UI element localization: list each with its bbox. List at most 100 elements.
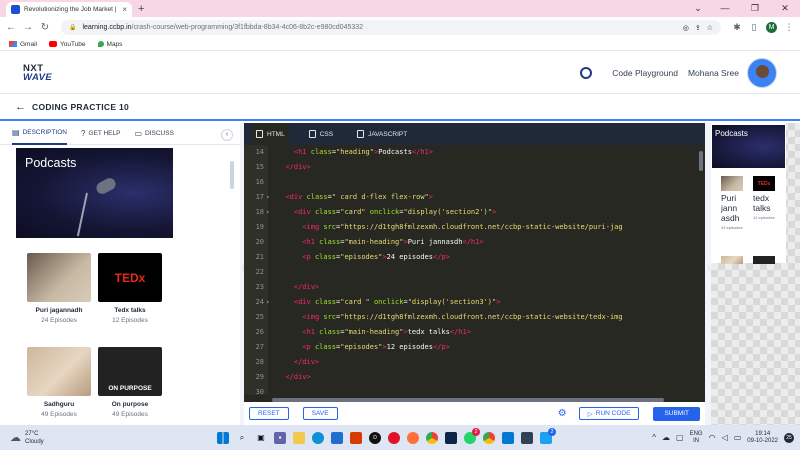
google-lens-icon[interactable]: ◎ (683, 24, 689, 32)
code-line[interactable]: 21 <p class="episodes">24 episodes</p> (244, 250, 705, 265)
bookmark-youtube[interactable]: YouTube (48, 41, 86, 48)
close-window-icon[interactable]: ✕ (770, 0, 800, 17)
submit-button[interactable]: SUBMIT (653, 406, 700, 421)
vscode-icon[interactable] (502, 431, 514, 444)
code-area[interactable]: 14 <h1 class="heading">Podcasts</h1> 15 <… (244, 145, 705, 395)
nxtwave-logo[interactable]: NXT WAVE (23, 63, 52, 82)
whatsapp-icon[interactable]: 2 (464, 427, 480, 444)
tab-get-help[interactable]: ? GET HELP (81, 123, 120, 145)
back-icon[interactable]: ← (6, 22, 16, 33)
code-line[interactable]: 27 <p class="episodes">12 episodes</p> (244, 340, 705, 355)
notification-badge[interactable]: 25 (784, 432, 794, 443)
opera-icon[interactable] (388, 431, 400, 444)
tab-close-icon[interactable]: × (122, 5, 127, 14)
file-explorer-icon[interactable] (293, 431, 305, 444)
code-line[interactable]: 26 <h1 class="main-heading">tedx talks</… (244, 325, 705, 340)
battery-icon[interactable]: ▭ (734, 433, 742, 442)
code-line[interactable]: 25 <img src="https://d1tgh8fmlzexmh.clou… (244, 310, 705, 325)
bookmark-star-icon[interactable]: ☆ (707, 24, 713, 32)
tab-html[interactable]: HTML (252, 123, 289, 145)
editor-vertical-scrollbar[interactable] (699, 151, 703, 171)
code-line[interactable]: 16 (244, 175, 705, 190)
teams-chat-icon[interactable]: ▪ (274, 431, 286, 444)
user-name[interactable]: Mohana Sree (688, 68, 739, 78)
code-line[interactable]: 18 ▾ <div class="card" onclick="display('… (244, 205, 705, 220)
office-icon[interactable] (350, 431, 362, 444)
code-line[interactable]: 28 </div> (244, 355, 705, 370)
url-input[interactable]: 🔒 learning.ccbp.in/crash-course/web-prog… (61, 20, 721, 35)
media-icon[interactable] (521, 431, 533, 444)
fold-arrow-icon[interactable]: ▾ (266, 295, 270, 310)
maximize-icon[interactable]: ❐ (740, 0, 770, 17)
app-icon[interactable] (445, 431, 457, 444)
url-host: learning.ccbp.in (82, 24, 132, 31)
save-button[interactable]: SAVE (302, 407, 338, 420)
share-icon[interactable]: ⇪ (695, 24, 701, 32)
tab-discuss[interactable]: ▭ DISCUSS (134, 123, 173, 145)
podcast-card-sadhguru[interactable]: Sadhguru 49 Episodes (27, 347, 91, 418)
code-playground-link[interactable]: Code Playground (612, 68, 678, 78)
wifi-icon[interactable]: ◠ (709, 433, 716, 442)
dell-icon[interactable]: D (369, 431, 381, 444)
preview-card-puri[interactable]: Puri jann asdh 24 episodes (721, 176, 745, 230)
clock[interactable]: 19:14 09-10-2022 (747, 431, 778, 445)
chrome-icon[interactable] (426, 431, 438, 444)
cloud-sync-icon[interactable]: ☁ (662, 433, 670, 442)
browser-tab[interactable]: Revolutionizing the Job Market | × (6, 2, 132, 17)
back-arrow-icon[interactable]: ← (15, 101, 26, 113)
collapse-panel-button[interactable]: ‹ (221, 129, 233, 141)
extensions-icon[interactable]: ✱ (732, 22, 742, 33)
code-line[interactable]: 23 </div> (244, 280, 705, 295)
firefox-icon[interactable] (407, 431, 419, 444)
code-line[interactable]: 22 (244, 265, 705, 280)
reset-button[interactable]: RESET (249, 407, 289, 420)
new-tab-button[interactable]: + (138, 2, 144, 17)
chrome-menu-icon[interactable]: ⋮ (784, 22, 794, 33)
bookmark-gmail[interactable]: Gmail (9, 41, 37, 48)
podcast-card-onpurpose[interactable]: ON PURPOSE On purpose 49 Episodes (98, 347, 162, 418)
code-line[interactable]: 20 <h1 class="main-heading">Puri jannasd… (244, 235, 705, 250)
podcast-card-tedx[interactable]: TEDx Tedx talks 12 Episodes (98, 253, 162, 324)
code-line[interactable]: 17 ▾ <div class=" card d-flex flex-row"> (244, 190, 705, 205)
timer-icon[interactable] (580, 66, 593, 79)
twitter-icon[interactable]: 2 (540, 427, 556, 444)
tray-chevron-icon[interactable]: ^ (652, 433, 656, 442)
code-text: </div> (293, 283, 320, 291)
tab-css[interactable]: CSS (305, 123, 337, 145)
code-line[interactable]: 29 </div> (244, 370, 705, 385)
task-view-icon[interactable]: ▣ (255, 432, 267, 444)
fold-arrow-icon[interactable]: ▾ (266, 190, 270, 205)
code-line[interactable]: 14 <h1 class="heading">Podcasts</h1> (244, 145, 705, 160)
preview-card-tedx[interactable]: TEDx tedx talks 12 episodes (753, 176, 777, 220)
volume-icon[interactable]: ◁ (722, 433, 728, 442)
reload-icon[interactable]: ↻ (40, 22, 50, 33)
edge-icon[interactable] (312, 431, 324, 444)
podcast-card-puri[interactable]: Puri jagannadh 24 Episodes (27, 253, 91, 324)
camera-icon[interactable]: ▢ (676, 433, 684, 442)
fold-arrow-icon[interactable]: ▾ (266, 205, 270, 220)
chrome-profile-icon[interactable] (483, 431, 495, 444)
weather-widget[interactable]: ☁ 27°C Cloudy (10, 430, 200, 446)
tab-javascript[interactable]: JAVASCRIPT (353, 123, 411, 145)
run-code-button[interactable]: ▷ RUN CODE (578, 407, 640, 420)
tab-description[interactable]: ▤ DESCRIPTION (12, 123, 67, 145)
tab-search-icon[interactable]: ⌄ (686, 0, 710, 17)
settings-gear-icon[interactable]: ⚙ (558, 408, 567, 419)
window-controls: ⌄ — ❐ ✕ (686, 0, 800, 17)
sidebar-icon[interactable]: ▯ (749, 22, 759, 33)
code-line[interactable]: 15 </div> (244, 160, 705, 175)
profile-avatar[interactable]: M (766, 22, 777, 33)
code-line[interactable]: 30 (244, 385, 705, 395)
windows-start-icon[interactable] (217, 431, 229, 444)
code-line[interactable]: 19 <img src="https://d1tgh8fmlzexmh.clou… (244, 220, 705, 235)
store-icon[interactable] (331, 431, 343, 444)
left-scrollbar[interactable] (230, 161, 234, 189)
bookmark-maps[interactable]: Maps (97, 41, 122, 48)
code-text: <p class="episodes">12 episodes</p> (302, 343, 450, 351)
language-indicator[interactable]: ENG IN (690, 431, 703, 445)
minimize-icon[interactable]: — (710, 0, 740, 17)
forward-icon[interactable]: → (23, 22, 33, 33)
user-avatar[interactable] (747, 57, 777, 88)
code-line[interactable]: 24 ▾ <div class="card " onclick="display(… (244, 295, 705, 310)
search-icon[interactable]: ⌕ (236, 432, 248, 444)
